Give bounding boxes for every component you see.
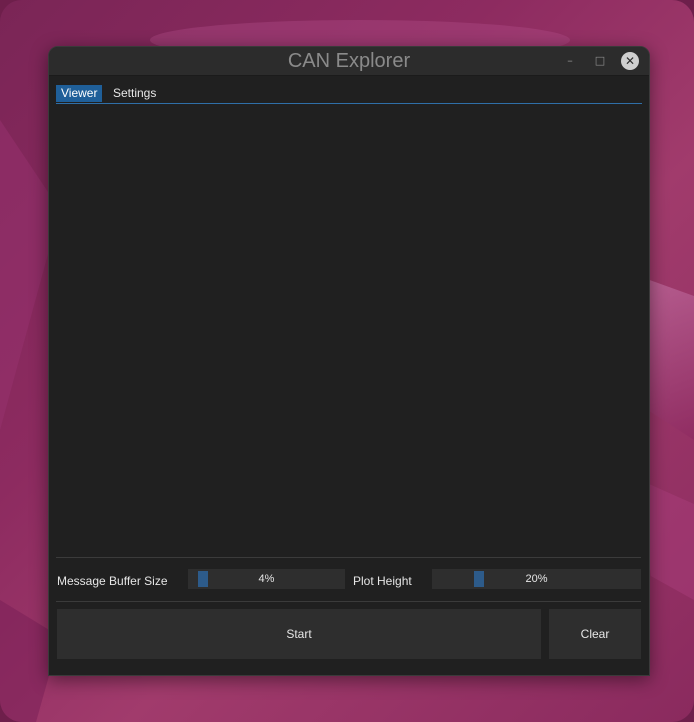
plot-height-label: Plot Height	[353, 574, 412, 588]
plot-height-slider[interactable]: 20%	[432, 569, 641, 589]
window-title: CAN Explorer	[287, 50, 411, 72]
tab-viewer[interactable]: Viewer	[56, 85, 103, 102]
title-bar[interactable]: CAN Explorer – □ ✕	[49, 47, 649, 76]
divider	[56, 601, 641, 602]
slider-value: 4%	[258, 573, 275, 585]
message-buffer-size-slider[interactable]: 4%	[188, 569, 345, 589]
maximize-icon[interactable]: □	[591, 52, 609, 70]
tab-settings[interactable]: Settings	[108, 85, 161, 102]
clear-button[interactable]: Clear	[549, 609, 641, 659]
start-button[interactable]: Start	[57, 609, 541, 659]
app-window: CAN Explorer – □ ✕ Viewer Settings Messa…	[48, 46, 650, 676]
minimize-icon[interactable]: –	[561, 52, 579, 70]
viewer-panel	[56, 105, 642, 557]
close-icon[interactable]: ✕	[621, 52, 639, 70]
slider-value: 20%	[525, 573, 548, 585]
message-buffer-size-label: Message Buffer Size	[57, 574, 168, 588]
divider	[56, 557, 641, 558]
window-content: Viewer Settings Message Buffer Size 4% P…	[49, 76, 649, 675]
tab-bar: Viewer Settings	[56, 85, 642, 104]
